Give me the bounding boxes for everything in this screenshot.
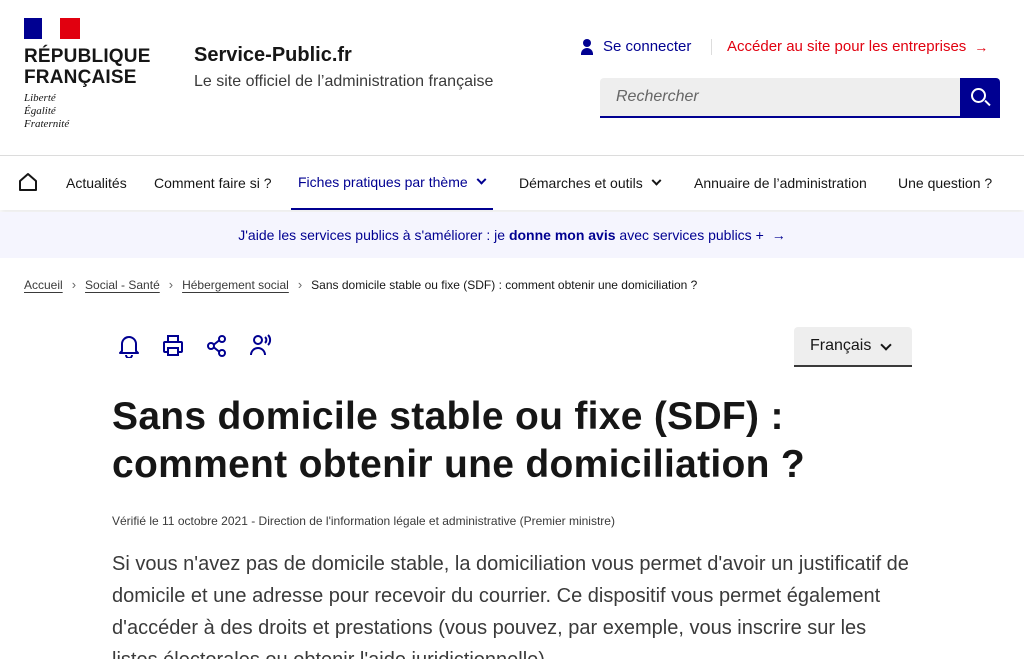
printer-icon[interactable] (162, 334, 184, 358)
feedback-banner[interactable]: J'aide les services publics à s'améliore… (0, 212, 1024, 258)
bell-icon[interactable] (118, 334, 140, 358)
chevron-right-icon: › (297, 277, 303, 292)
breadcrumb-social-sante[interactable]: Social - Santé (85, 278, 160, 292)
arrow-right-icon: → (974, 38, 989, 55)
arrow-right-icon: → (771, 227, 786, 243)
service-title[interactable]: Service-Public.fr (194, 44, 493, 67)
search-input[interactable] (600, 78, 960, 118)
text-to-speech-icon[interactable] (250, 334, 272, 358)
chevron-down-icon (476, 174, 487, 185)
header-separator (711, 39, 712, 55)
page-title-line-1: Sans domicile stable ou fixe (SDF) : (112, 395, 784, 438)
login-link[interactable]: Se connecter (580, 38, 691, 55)
entreprises-link-label: Accéder au site pour les entreprises (727, 38, 967, 55)
service-brand[interactable]: Service-Public.fr Le site officiel de l’… (194, 44, 493, 91)
chevron-right-icon: › (168, 277, 174, 292)
nav-fiches-pratiques[interactable]: Fiches pratiques par thème (291, 156, 493, 210)
breadcrumb-current: Sans domicile stable ou fixe (SDF) : com… (311, 277, 698, 292)
service-tagline: Le site officiel de l’administration fra… (194, 73, 494, 90)
nav-actualites[interactable]: Actualités (66, 156, 127, 210)
republic-line-1: RÉPUBLIQUE (24, 46, 151, 67)
nav-comment-faire-si[interactable]: Comment faire si ? (154, 156, 271, 210)
nav-label: Fiches pratiques par thème (298, 174, 468, 190)
republic-name: RÉPUBLIQUE FRANÇAISE (24, 46, 151, 88)
nav-annuaire[interactable]: Annuaire de l’administration (694, 156, 867, 210)
republique-francaise-logo[interactable]: RÉPUBLIQUE FRANÇAISE Liberté Égalité Fra… (24, 18, 151, 131)
site-header: RÉPUBLIQUE FRANÇAISE Liberté Égalité Fra… (0, 0, 1024, 156)
nav-label: Annuaire de l’administration (694, 175, 867, 191)
nav-une-question[interactable]: Une question ? (898, 156, 992, 210)
breadcrumb-accueil[interactable]: Accueil (24, 278, 63, 292)
devise-liberte: Liberté (24, 92, 56, 104)
devise-fraternite: Fraternité (24, 118, 70, 130)
republic-line-2: FRANÇAISE (24, 67, 137, 88)
chevron-down-icon (880, 339, 892, 351)
language-select[interactable]: Français (794, 327, 912, 367)
share-icon[interactable] (206, 334, 228, 358)
nav-label: Une question ? (898, 175, 993, 191)
verification-info: Vérifié le 11 octobre 2021 - Direction d… (112, 514, 615, 528)
chevron-down-icon (651, 175, 662, 186)
banner-text: J'aide les services publics à s'améliore… (238, 227, 506, 243)
marianne-flag-icon (24, 18, 80, 39)
language-selected: Français (810, 337, 872, 354)
header-tools: Se connecter Accéder au site pour les en… (580, 38, 1000, 58)
page-title: Sans domicile stable ou fixe (SDF) : com… (112, 393, 912, 489)
nav-label: Comment faire si ? (154, 175, 272, 191)
home-icon[interactable] (18, 172, 38, 192)
main-navigation: Actualités Comment faire si ? Fiches pra… (0, 156, 1024, 210)
nav-demarches-outils[interactable]: Démarches et outils (519, 156, 662, 210)
intro-paragraph: Si vous n'avez pas de domicile stable, l… (112, 553, 909, 659)
login-label: Se connecter (603, 38, 692, 55)
breadcrumb-hebergement-social[interactable]: Hébergement social (182, 278, 289, 292)
page-actions (118, 334, 294, 358)
search-button[interactable] (960, 78, 1000, 118)
chevron-right-icon: › (71, 277, 77, 292)
devise-egalite: Égalité (24, 105, 56, 117)
breadcrumb: Accueil › Social - Santé › Hébergement s… (24, 277, 697, 292)
page-title-line-2: comment obtenir une domiciliation ? (112, 443, 806, 486)
devise: Liberté Égalité Fraternité (24, 92, 151, 131)
nav-label: Actualités (66, 175, 127, 191)
nav-label: Démarches et outils (519, 175, 643, 191)
search-bar (600, 78, 1000, 118)
entreprises-link[interactable]: Accéder au site pour les entreprises → (727, 38, 988, 55)
banner-bold-text: donne mon avis (508, 227, 616, 243)
user-icon (580, 38, 594, 55)
banner-text-suffix: avec services publics + (619, 227, 764, 243)
